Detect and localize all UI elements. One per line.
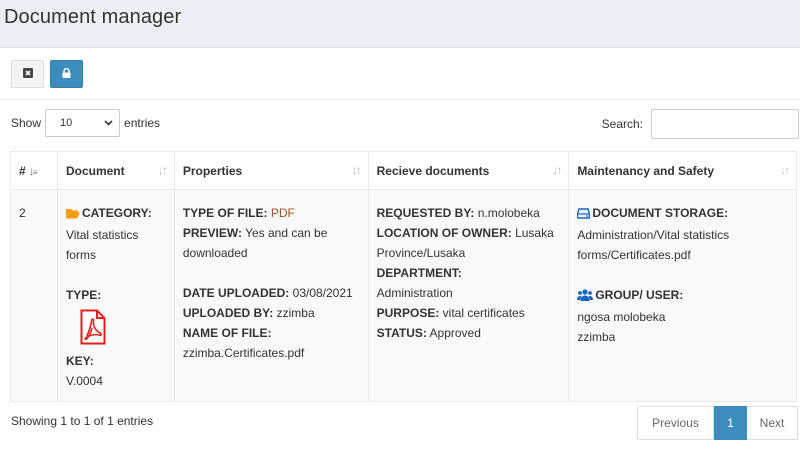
group-user-value: zzimba [577, 330, 616, 344]
search-label: Search: [601, 117, 643, 131]
key-value: V.0004 [65, 374, 103, 388]
lock-icon [62, 67, 71, 81]
entries-value: 10 [60, 117, 73, 129]
file-type-value: PDF [270, 206, 295, 220]
storage-path-value: Administration/Vital statistics forms/Ce… [577, 228, 730, 262]
group-name-value: ngosa molobeka [577, 310, 666, 324]
cell-index: 2 [10, 189, 58, 402]
show-label: Show [11, 116, 42, 130]
page-title: Document manager [4, 6, 182, 28]
file-name-value: zzimba.Certificates.pdf [182, 346, 305, 360]
table-row[interactable]: 2 CATEGORY: Vital statistics forms TYPE: [10, 189, 797, 402]
pdf-file-icon[interactable] [80, 309, 166, 349]
sort-icon: ↓↑ [780, 163, 790, 177]
cell-receive-documents: REQUESTED BY: n.molobeka LOCATION OF OWN… [367, 189, 570, 402]
key-label: KEY: [65, 354, 94, 368]
entries-label: entries [124, 116, 161, 130]
sort-icon: ↓↑ [351, 163, 362, 177]
lock-button[interactable] [50, 60, 83, 88]
search-control: Search: [602, 109, 799, 139]
toolbar [0, 48, 800, 100]
pagination: Previous 1 Next [637, 406, 798, 440]
column-header-document[interactable]: Document ↓↑ [56, 151, 175, 190]
sort-icon: ↓↑ [157, 163, 168, 177]
date-uploaded-value: 03/08/2021 [292, 286, 353, 300]
users-icon [577, 287, 594, 307]
category-field: CATEGORY: Vital statistics forms [65, 205, 152, 262]
next-page-button[interactable]: Next [747, 406, 798, 440]
purpose-value: vital certificates [442, 306, 525, 320]
close-square-icon [22, 67, 33, 81]
page-1-button[interactable]: 1 [714, 406, 747, 440]
documents-table: # ↓≡ Document ↓↑ Properties ↓↑ Recieve docu… [10, 151, 797, 402]
category-value: Vital statistics forms [65, 228, 139, 262]
type-label: TYPE: [65, 288, 102, 302]
table-controls: Show 10 entries Search: [0, 100, 800, 148]
status-value: Approved [429, 326, 481, 340]
search-input[interactable] [651, 109, 799, 139]
chevron-down-icon [104, 117, 113, 129]
folder-open-icon [65, 205, 80, 225]
uploaded-by-value: zzimba [276, 306, 315, 320]
entries-control: Show 10 entries [11, 109, 160, 137]
column-header-properties[interactable]: Properties ↓↑ [173, 151, 369, 190]
table-header-row: # ↓≡ Document ↓↑ Properties ↓↑ Recieve docu… [10, 151, 797, 190]
sort-icon: ↓↑ [552, 163, 562, 177]
clear-button[interactable] [11, 60, 44, 88]
cell-properties: TYPE OF FILE: PDF PREVIEW: Yes and can b… [173, 189, 369, 402]
column-header-receive-documents[interactable]: Recieve documents ↓↑ [367, 151, 570, 190]
department-value: Administration [376, 286, 453, 300]
previous-page-button[interactable]: Previous [637, 406, 714, 440]
sort-numeric-asc-icon: ↓≡ [28, 163, 37, 178]
column-header-maintenancy-safety[interactable]: Maintenancy and Safety ↓↑ [568, 151, 797, 190]
requested-by-value: n.molobeka [477, 206, 540, 220]
cell-maintenancy-safety: DOCUMENT STORAGE: Administration/Vital s… [568, 189, 797, 402]
cell-document: CATEGORY: Vital statistics forms TYPE: K… [56, 189, 175, 402]
page-header: Document manager [0, 0, 800, 38]
entries-select[interactable]: 10 [45, 109, 121, 137]
table-info: Showing 1 to 1 of 1 entries [11, 414, 154, 428]
hdd-icon [577, 205, 591, 225]
column-header-index[interactable]: # ↓≡ [10, 151, 58, 190]
